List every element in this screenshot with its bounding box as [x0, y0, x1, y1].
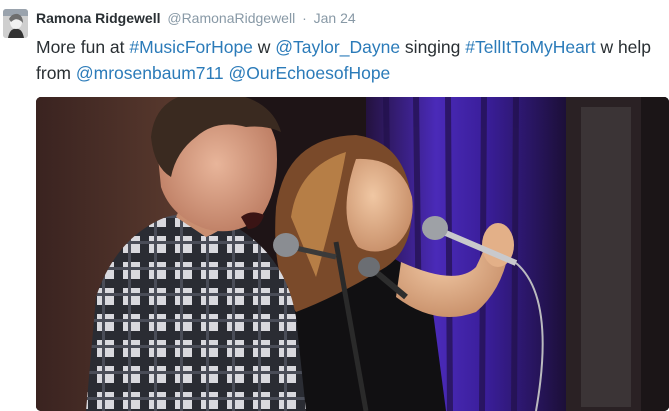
- hashtag-link[interactable]: #MusicForHope: [129, 37, 253, 57]
- mention-link[interactable]: @OurEchoesofHope: [229, 63, 391, 83]
- hashtag-link[interactable]: #TellItToMyHeart: [465, 37, 595, 57]
- concert-photo: [36, 97, 669, 411]
- header-separator: ·: [302, 10, 307, 26]
- mention-link[interactable]: @mrosenbaum711: [76, 63, 224, 83]
- text-segment: singing: [400, 37, 466, 57]
- author-avatar[interactable]: [3, 9, 28, 38]
- tweet-header: Ramona Ridgewell @RamonaRidgewell · Jan …: [36, 10, 356, 27]
- tweet-text: More fun at #MusicForHope w @Taylor_Dayn…: [36, 34, 666, 86]
- text-segment: w: [252, 37, 276, 57]
- tweet-photo[interactable]: [36, 97, 669, 411]
- tweet-card: Ramona Ridgewell @RamonaRidgewell · Jan …: [0, 0, 669, 411]
- tweet-timestamp[interactable]: Jan 24: [314, 10, 356, 26]
- mention-link[interactable]: @Taylor_Dayne: [275, 37, 400, 57]
- author-handle[interactable]: @RamonaRidgewell: [167, 10, 295, 26]
- text-segment: More fun at: [36, 37, 130, 57]
- avatar-photo: [3, 9, 28, 38]
- author-name[interactable]: Ramona Ridgewell: [36, 10, 160, 26]
